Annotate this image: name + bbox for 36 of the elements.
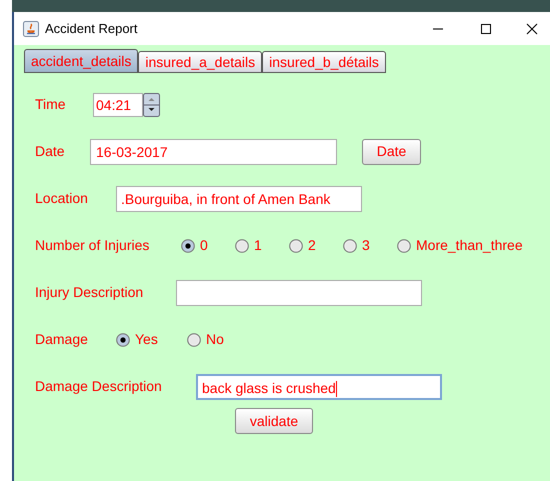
field-label: Injury Description (35, 283, 144, 302)
radio-button[interactable] (187, 332, 201, 346)
radio-label: More_than_three (416, 236, 523, 255)
time-field[interactable]: 04:21 (93, 92, 143, 116)
date-field[interactable]: 16-03-2017 (90, 138, 337, 164)
close-icon[interactable] (526, 22, 538, 34)
field-label: Damage (35, 330, 89, 349)
tab[interactable]: insured_a_details (138, 51, 262, 73)
text-field[interactable]: .Bourguiba, in front of Amen Bank (116, 186, 362, 212)
radio-button[interactable] (235, 238, 249, 252)
radio-label: 0 (200, 236, 208, 255)
spinner-icon[interactable] (143, 92, 160, 116)
field-label: Date (35, 142, 66, 161)
radio-label: 3 (362, 236, 370, 255)
radio-button[interactable] (343, 238, 357, 252)
field-label: Damage Description (35, 377, 163, 396)
radio-button[interactable] (289, 238, 303, 252)
field-label: Number of Injuries (35, 236, 150, 255)
tab[interactable]: insured_b_détails (262, 51, 386, 73)
validate-button[interactable]: validate (235, 408, 313, 434)
text-field[interactable] (176, 280, 422, 306)
radio-label: No (206, 330, 224, 349)
date-button[interactable]: Date (362, 138, 421, 164)
window-title: Accident Report (45, 20, 138, 38)
field-label: Time (35, 95, 67, 114)
field-label: Location (35, 189, 89, 208)
tab[interactable]: accident_details (24, 49, 138, 73)
radio-label: 1 (254, 236, 262, 255)
radio-button[interactable] (397, 238, 411, 252)
radio-button[interactable] (116, 332, 130, 346)
radio-button[interactable] (181, 238, 195, 252)
app-icon (23, 20, 39, 36)
radio-label: 2 (308, 236, 316, 255)
radio-label: Yes (135, 330, 158, 349)
maximize-icon[interactable] (480, 22, 492, 34)
text-field[interactable]: back glass is crushed (196, 374, 442, 400)
